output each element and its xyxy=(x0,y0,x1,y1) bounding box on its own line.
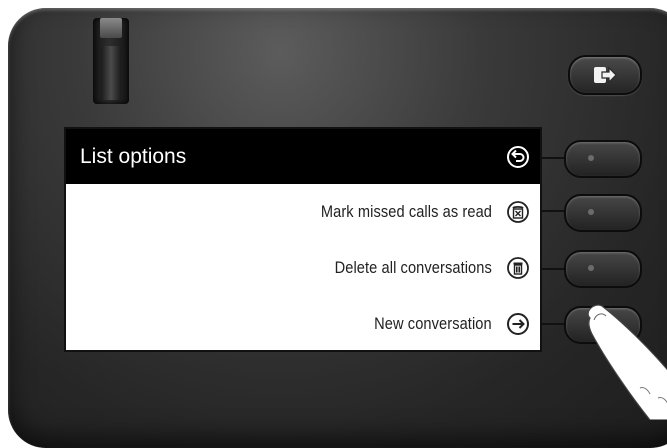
key-connector xyxy=(540,157,566,159)
soft-key-2[interactable] xyxy=(564,194,642,232)
mark-read-icon xyxy=(506,200,530,224)
handset-hook xyxy=(93,18,129,104)
exit-icon xyxy=(594,66,617,84)
screen-title: List options xyxy=(80,144,187,168)
soft-key-led xyxy=(588,155,594,161)
menu-item-mark-missed-read[interactable]: Mark missed calls as read xyxy=(66,184,540,240)
pointing-finger-illustration xyxy=(587,304,667,420)
soft-key-led xyxy=(588,265,594,271)
key-connector xyxy=(540,210,566,212)
key-connector xyxy=(540,323,566,325)
menu-item-delete-all[interactable]: Delete all conversations xyxy=(66,240,540,296)
screen-header: List options xyxy=(66,129,540,184)
soft-key-1[interactable] xyxy=(564,140,642,178)
arrow-right-icon xyxy=(506,312,530,336)
menu-item-label: New conversation xyxy=(374,314,492,333)
soft-key-3[interactable] xyxy=(564,250,642,288)
back-arrow-icon[interactable] xyxy=(506,145,530,169)
menu-item-label: Delete all conversations xyxy=(334,258,492,277)
menu-item-new-conversation[interactable]: New conversation xyxy=(66,296,540,352)
soft-key-led xyxy=(588,209,594,215)
exit-button[interactable] xyxy=(568,55,642,95)
trash-icon xyxy=(506,256,530,280)
display-screen: List options Mark missed calls as read D… xyxy=(64,127,542,352)
menu-item-label: Mark missed calls as read xyxy=(320,202,492,221)
key-connector xyxy=(540,268,566,270)
